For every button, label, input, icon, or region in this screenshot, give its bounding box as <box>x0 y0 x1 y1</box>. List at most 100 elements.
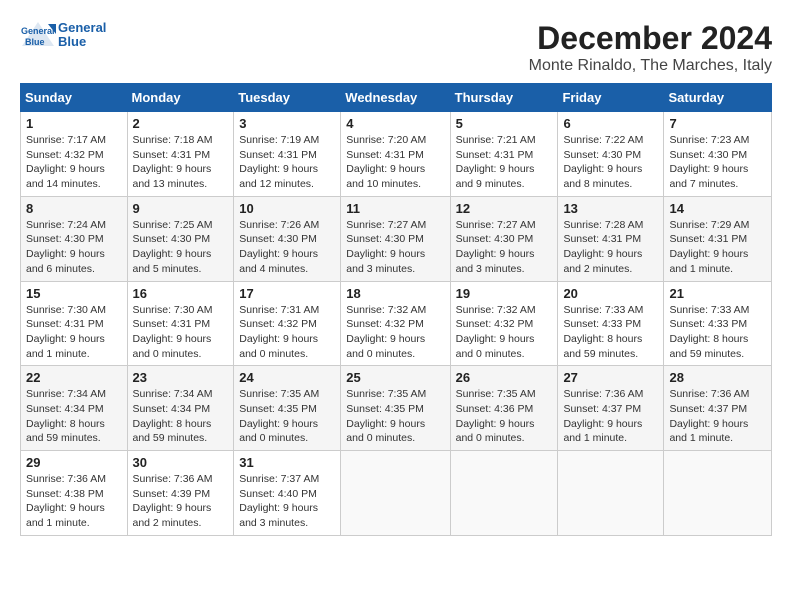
day-number: 31 <box>239 455 335 470</box>
header-day-tuesday: Tuesday <box>234 84 341 112</box>
day-detail: Sunrise: 7:20 AMSunset: 4:31 PMDaylight:… <box>346 134 426 190</box>
day-cell: 20 Sunrise: 7:33 AMSunset: 4:33 PMDaylig… <box>558 281 664 366</box>
day-cell: 17 Sunrise: 7:31 AMSunset: 4:32 PMDaylig… <box>234 281 341 366</box>
day-cell: 4 Sunrise: 7:20 AMSunset: 4:31 PMDayligh… <box>341 112 450 197</box>
header-day-thursday: Thursday <box>450 84 558 112</box>
week-row-3: 15 Sunrise: 7:30 AMSunset: 4:31 PMDaylig… <box>21 281 772 366</box>
day-detail: Sunrise: 7:19 AMSunset: 4:31 PMDaylight:… <box>239 134 319 190</box>
day-number: 10 <box>239 201 335 216</box>
day-detail: Sunrise: 7:33 AMSunset: 4:33 PMDaylight:… <box>669 304 749 360</box>
day-number: 12 <box>456 201 553 216</box>
day-number: 22 <box>26 370 122 385</box>
day-number: 26 <box>456 370 553 385</box>
subtitle: Monte Rinaldo, The Marches, Italy <box>529 57 772 75</box>
day-detail: Sunrise: 7:35 AMSunset: 4:35 PMDaylight:… <box>239 388 319 444</box>
day-cell: 11 Sunrise: 7:27 AMSunset: 4:30 PMDaylig… <box>341 196 450 281</box>
week-row-2: 8 Sunrise: 7:24 AMSunset: 4:30 PMDayligh… <box>21 196 772 281</box>
day-cell: 18 Sunrise: 7:32 AMSunset: 4:32 PMDaylig… <box>341 281 450 366</box>
day-cell: 22 Sunrise: 7:34 AMSunset: 4:34 PMDaylig… <box>21 366 128 451</box>
day-detail: Sunrise: 7:21 AMSunset: 4:31 PMDaylight:… <box>456 134 536 190</box>
day-detail: Sunrise: 7:32 AMSunset: 4:32 PMDaylight:… <box>346 304 426 360</box>
day-cell: 21 Sunrise: 7:33 AMSunset: 4:33 PMDaylig… <box>664 281 772 366</box>
header-row: SundayMondayTuesdayWednesdayThursdayFrid… <box>21 84 772 112</box>
day-detail: Sunrise: 7:32 AMSunset: 4:32 PMDaylight:… <box>456 304 536 360</box>
day-cell: 27 Sunrise: 7:36 AMSunset: 4:37 PMDaylig… <box>558 366 664 451</box>
day-cell <box>558 451 664 536</box>
svg-text:General: General <box>21 26 55 36</box>
day-detail: Sunrise: 7:36 AMSunset: 4:38 PMDaylight:… <box>26 473 106 529</box>
week-row-1: 1 Sunrise: 7:17 AMSunset: 4:32 PMDayligh… <box>21 112 772 197</box>
day-detail: Sunrise: 7:24 AMSunset: 4:30 PMDaylight:… <box>26 219 106 275</box>
day-cell: 6 Sunrise: 7:22 AMSunset: 4:30 PMDayligh… <box>558 112 664 197</box>
day-number: 24 <box>239 370 335 385</box>
header-day-wednesday: Wednesday <box>341 84 450 112</box>
svg-text:Blue: Blue <box>25 37 45 47</box>
week-row-4: 22 Sunrise: 7:34 AMSunset: 4:34 PMDaylig… <box>21 366 772 451</box>
day-number: 27 <box>563 370 658 385</box>
day-number: 16 <box>133 286 229 301</box>
day-cell <box>664 451 772 536</box>
day-number: 30 <box>133 455 229 470</box>
day-cell: 9 Sunrise: 7:25 AMSunset: 4:30 PMDayligh… <box>127 196 234 281</box>
day-detail: Sunrise: 7:35 AMSunset: 4:35 PMDaylight:… <box>346 388 426 444</box>
day-cell: 14 Sunrise: 7:29 AMSunset: 4:31 PMDaylig… <box>664 196 772 281</box>
week-row-5: 29 Sunrise: 7:36 AMSunset: 4:38 PMDaylig… <box>21 451 772 536</box>
day-number: 21 <box>669 286 766 301</box>
day-detail: Sunrise: 7:30 AMSunset: 4:31 PMDaylight:… <box>26 304 106 360</box>
day-detail: Sunrise: 7:23 AMSunset: 4:30 PMDaylight:… <box>669 134 749 190</box>
day-detail: Sunrise: 7:27 AMSunset: 4:30 PMDaylight:… <box>346 219 426 275</box>
day-cell <box>341 451 450 536</box>
day-cell: 13 Sunrise: 7:28 AMSunset: 4:31 PMDaylig… <box>558 196 664 281</box>
day-number: 11 <box>346 201 444 216</box>
day-number: 6 <box>563 116 658 131</box>
day-detail: Sunrise: 7:36 AMSunset: 4:39 PMDaylight:… <box>133 473 213 529</box>
day-detail: Sunrise: 7:17 AMSunset: 4:32 PMDaylight:… <box>26 134 106 190</box>
day-cell: 30 Sunrise: 7:36 AMSunset: 4:39 PMDaylig… <box>127 451 234 536</box>
day-number: 2 <box>133 116 229 131</box>
day-number: 4 <box>346 116 444 131</box>
day-cell <box>450 451 558 536</box>
page-header: General Blue General Blue December 2024 … <box>20 20 772 75</box>
day-cell: 29 Sunrise: 7:36 AMSunset: 4:38 PMDaylig… <box>21 451 128 536</box>
day-number: 9 <box>133 201 229 216</box>
day-detail: Sunrise: 7:29 AMSunset: 4:31 PMDaylight:… <box>669 219 749 275</box>
day-number: 23 <box>133 370 229 385</box>
title-block: December 2024 Monte Rinaldo, The Marches… <box>529 20 772 75</box>
day-cell: 1 Sunrise: 7:17 AMSunset: 4:32 PMDayligh… <box>21 112 128 197</box>
day-number: 17 <box>239 286 335 301</box>
day-number: 5 <box>456 116 553 131</box>
day-detail: Sunrise: 7:37 AMSunset: 4:40 PMDaylight:… <box>239 473 319 529</box>
day-number: 8 <box>26 201 122 216</box>
day-cell: 2 Sunrise: 7:18 AMSunset: 4:31 PMDayligh… <box>127 112 234 197</box>
day-cell: 10 Sunrise: 7:26 AMSunset: 4:30 PMDaylig… <box>234 196 341 281</box>
day-detail: Sunrise: 7:31 AMSunset: 4:32 PMDaylight:… <box>239 304 319 360</box>
day-cell: 26 Sunrise: 7:35 AMSunset: 4:36 PMDaylig… <box>450 366 558 451</box>
day-detail: Sunrise: 7:34 AMSunset: 4:34 PMDaylight:… <box>133 388 213 444</box>
logo-text-general: General <box>58 21 106 35</box>
day-detail: Sunrise: 7:34 AMSunset: 4:34 PMDaylight:… <box>26 388 106 444</box>
day-detail: Sunrise: 7:18 AMSunset: 4:31 PMDaylight:… <box>133 134 213 190</box>
day-number: 1 <box>26 116 122 131</box>
day-detail: Sunrise: 7:30 AMSunset: 4:31 PMDaylight:… <box>133 304 213 360</box>
day-detail: Sunrise: 7:36 AMSunset: 4:37 PMDaylight:… <box>669 388 749 444</box>
day-number: 19 <box>456 286 553 301</box>
day-cell: 28 Sunrise: 7:36 AMSunset: 4:37 PMDaylig… <box>664 366 772 451</box>
day-cell: 15 Sunrise: 7:30 AMSunset: 4:31 PMDaylig… <box>21 281 128 366</box>
day-cell: 24 Sunrise: 7:35 AMSunset: 4:35 PMDaylig… <box>234 366 341 451</box>
day-cell: 7 Sunrise: 7:23 AMSunset: 4:30 PMDayligh… <box>664 112 772 197</box>
day-number: 20 <box>563 286 658 301</box>
day-detail: Sunrise: 7:28 AMSunset: 4:31 PMDaylight:… <box>563 219 643 275</box>
header-day-sunday: Sunday <box>21 84 128 112</box>
day-number: 28 <box>669 370 766 385</box>
day-number: 7 <box>669 116 766 131</box>
day-number: 3 <box>239 116 335 131</box>
day-number: 14 <box>669 201 766 216</box>
header-day-monday: Monday <box>127 84 234 112</box>
day-number: 15 <box>26 286 122 301</box>
logo-icon: General Blue <box>20 20 56 50</box>
header-day-saturday: Saturday <box>664 84 772 112</box>
day-number: 25 <box>346 370 444 385</box>
day-number: 29 <box>26 455 122 470</box>
day-detail: Sunrise: 7:35 AMSunset: 4:36 PMDaylight:… <box>456 388 536 444</box>
day-cell: 23 Sunrise: 7:34 AMSunset: 4:34 PMDaylig… <box>127 366 234 451</box>
